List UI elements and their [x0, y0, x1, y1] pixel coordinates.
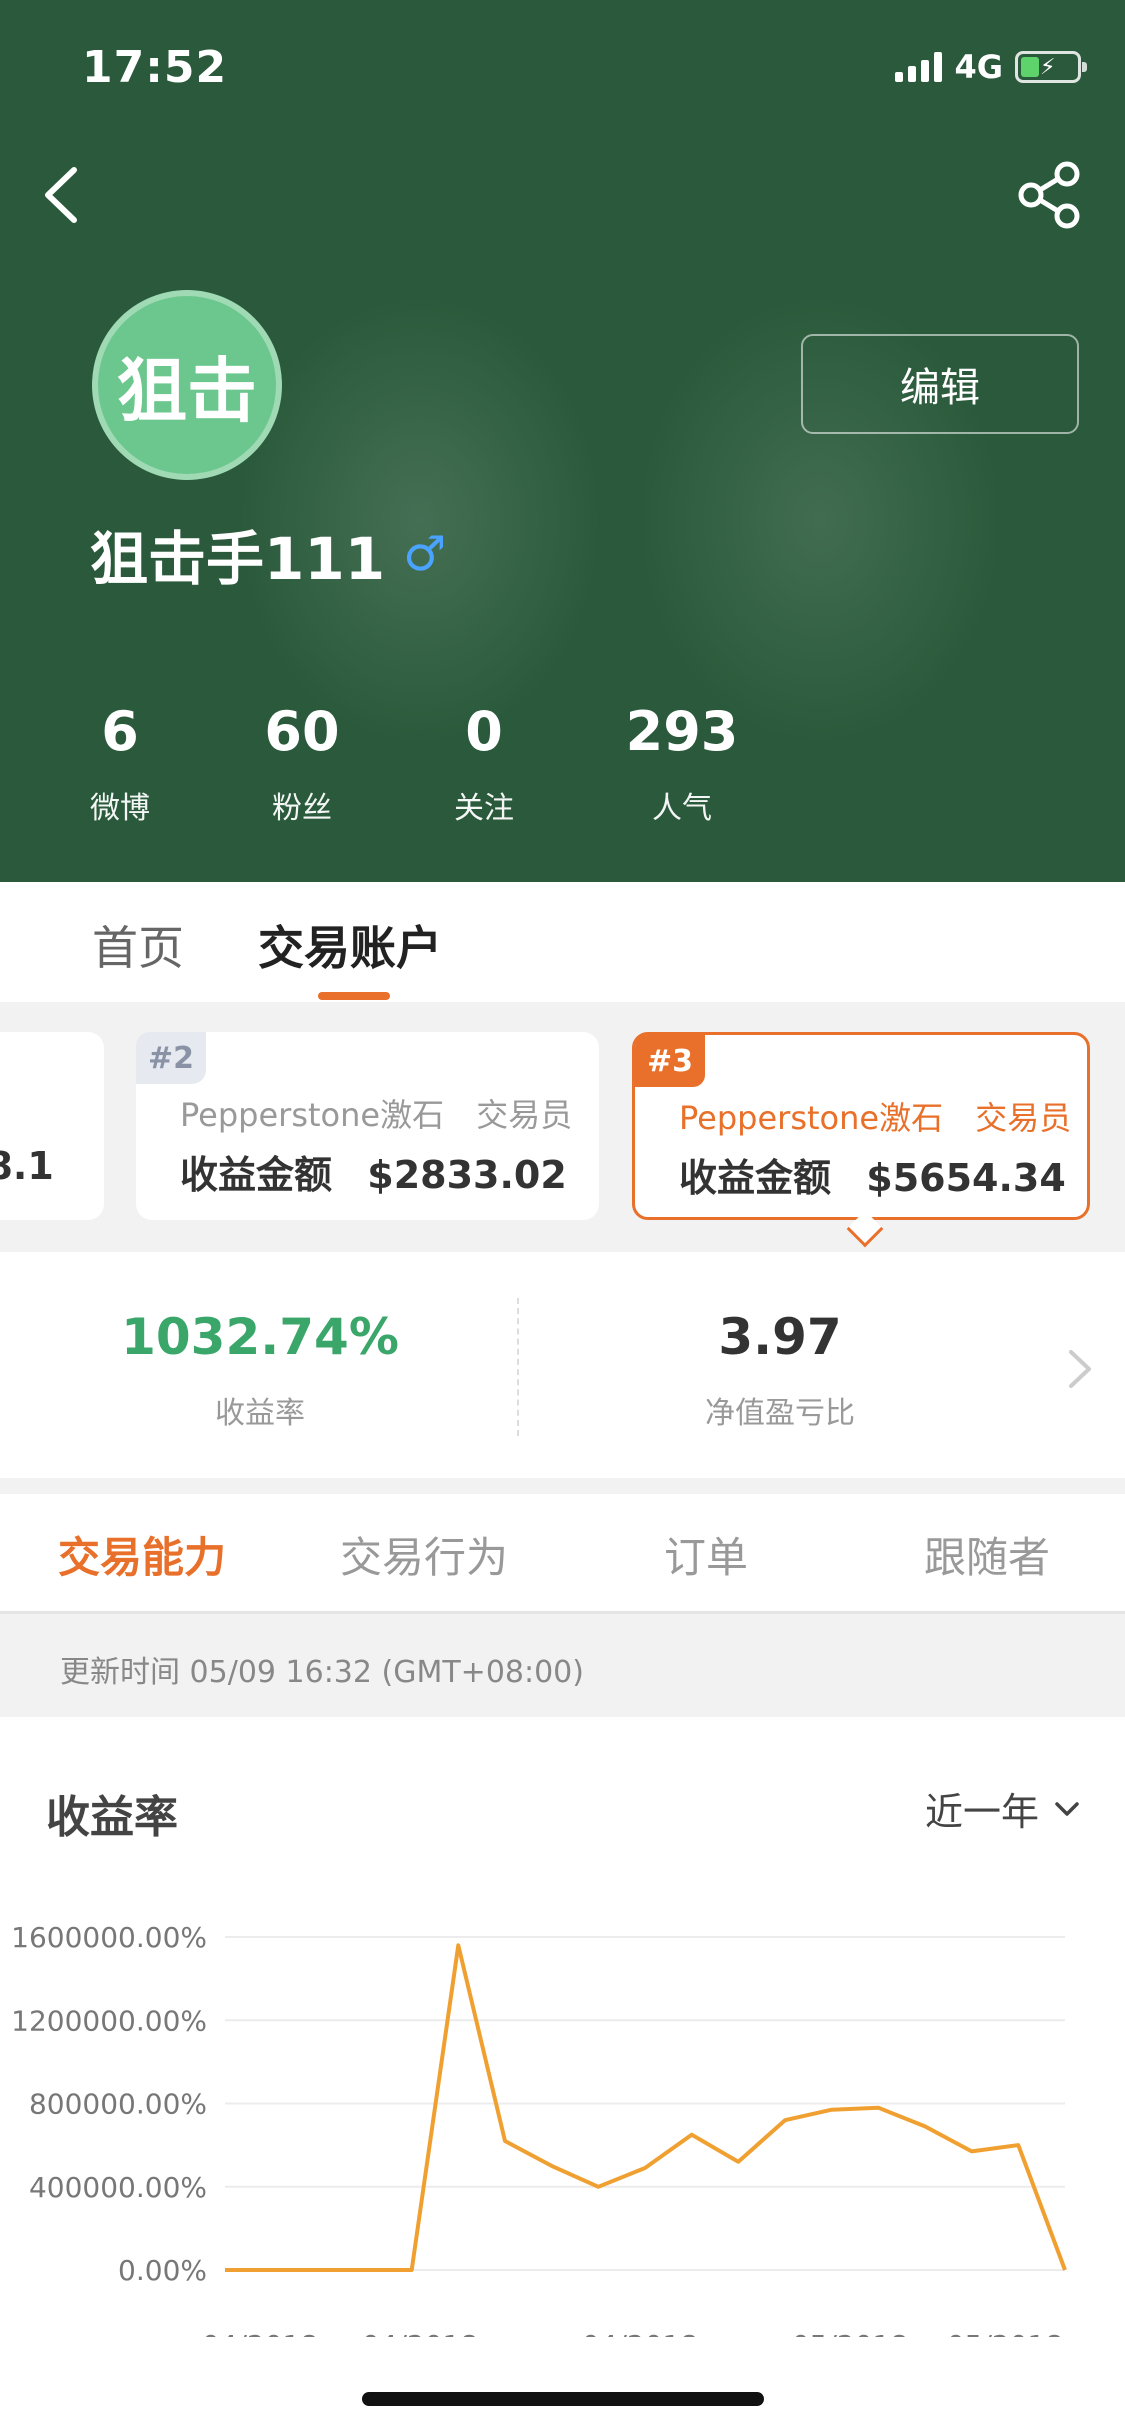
tab-orders[interactable]: 订单	[664, 1524, 748, 1585]
tab-trading-account[interactable]: 交易账户	[258, 912, 442, 978]
back-button[interactable]	[36, 160, 96, 230]
account-carousel[interactable]: 88.1 #2 Pepperstone激石 交易员 收益金额 $2833.02 …	[0, 1002, 1125, 1252]
stat-value: 0	[465, 700, 503, 763]
stat-label: 微博	[90, 791, 150, 826]
account-card[interactable]: #2 Pepperstone激石 交易员 收益金额 $2833.02	[136, 1032, 599, 1220]
y-tick-label: 1600000.00%	[11, 1921, 207, 1954]
y-tick-label: 1200000.00%	[11, 2004, 207, 2037]
tab-trading-behavior[interactable]: 交易行为	[340, 1524, 508, 1585]
broker-name: Pepperstone激石	[180, 1096, 445, 1134]
account-card-selected[interactable]: #3 Pepperstone激石 交易员 收益金额 $5654.34	[632, 1032, 1090, 1220]
network-type: 4G	[954, 48, 1003, 86]
status-time: 17:52	[82, 42, 228, 93]
return-value: 1032.74%	[121, 1308, 399, 1366]
rank-badge: #2	[136, 1032, 206, 1084]
stat-fans[interactable]: 60 粉丝	[222, 700, 382, 827]
return-line-chart: 1600000.00% 1200000.00% 800000.00% 400000.0…	[0, 1921, 1125, 2367]
status-indicators: 4G ⚡	[895, 48, 1087, 86]
update-time-bar: 更新时间 05/09 16:32 (GMT+08:00)	[0, 1617, 1125, 1717]
account-amount: 88.1	[0, 1144, 54, 1188]
share-icon	[1018, 161, 1080, 229]
y-tick-label: 0.00%	[118, 2254, 207, 2287]
amount-label: 收益金额	[180, 1153, 333, 1197]
metric-ratio: 3.97 净值盈亏比	[570, 1308, 990, 1432]
chart-clip-mask	[0, 2337, 1125, 2367]
amount-value: $5654.34	[866, 1156, 1066, 1200]
return-chart-card: 收益率 近一年 1600000.00% 1200000.00% 800000.00%…	[0, 1717, 1125, 2436]
update-time: 更新时间 05/09 16:32 (GMT+08:00)	[60, 1655, 584, 1690]
detail-tabs: 交易能力 交易行为 订单 跟随者	[0, 1494, 1125, 1614]
username: 狙击手111	[90, 525, 386, 593]
return-label: 收益率	[215, 1396, 305, 1431]
profile-header: 17:52 4G ⚡ 狙击 编辑 狙击手111 ♂ 6 微博 60 粉丝 0 关…	[0, 0, 1125, 882]
y-tick-label: 400000.00%	[29, 2171, 207, 2204]
metric-return: 1032.74% 收益率	[50, 1308, 470, 1432]
ratio-value: 3.97	[718, 1308, 842, 1366]
stat-label: 粉丝	[272, 791, 332, 826]
stat-label: 人气	[652, 791, 712, 826]
y-tick-label: 800000.00%	[29, 2088, 207, 2121]
account-card[interactable]: 88.1	[0, 1032, 104, 1220]
range-select[interactable]: 近一年	[925, 1781, 1081, 1836]
chevron-left-icon	[45, 167, 77, 223]
chevron-down-icon	[1055, 1801, 1079, 1816]
stat-value: 293	[625, 700, 739, 763]
stat-label: 关注	[454, 791, 514, 826]
range-value: 近一年	[924, 1790, 1039, 1834]
avatar[interactable]: 狙击	[92, 290, 282, 480]
rank-badge: #3	[635, 1035, 705, 1087]
account-broker: Pepperstone激石 交易员	[180, 1090, 572, 1136]
home-indicator	[362, 2392, 764, 2406]
chevron-right-icon[interactable]	[1059, 1344, 1099, 1394]
account-role: 交易员	[975, 1099, 1072, 1137]
stat-popularity: 293 人气	[602, 700, 762, 827]
tab-active-indicator	[318, 992, 390, 1000]
profile-stats: 6 微博 60 粉丝 0 关注 293 人气	[0, 700, 800, 850]
amount-label: 收益金额	[679, 1156, 832, 1200]
metric-divider	[517, 1298, 519, 1436]
signal-icon	[895, 52, 943, 82]
account-amount-row: 收益金额 $2833.02	[180, 1144, 567, 1199]
battery-icon: ⚡	[1015, 51, 1087, 83]
broker-name: Pepperstone激石	[679, 1099, 944, 1137]
tab-trading-ability[interactable]: 交易能力	[58, 1524, 226, 1585]
series-line	[225, 1943, 1067, 2272]
username-row: 狙击手111 ♂	[90, 512, 446, 596]
tab-followers[interactable]: 跟随者	[924, 1524, 1050, 1585]
account-amount-row: 收益金额 $5654.34	[679, 1147, 1066, 1202]
share-button[interactable]	[1015, 160, 1085, 230]
account-broker: Pepperstone激石 交易员	[679, 1093, 1071, 1139]
account-metrics[interactable]: 1032.74% 收益率 3.97 净值盈亏比	[0, 1252, 1125, 1478]
stat-posts[interactable]: 6 微博	[40, 700, 200, 827]
account-role: 交易员	[476, 1096, 573, 1134]
stat-following[interactable]: 0 关注	[404, 700, 564, 827]
stat-value: 6	[101, 700, 139, 763]
edit-button[interactable]: 编辑	[801, 334, 1079, 434]
amount-value: $2833.02	[367, 1153, 567, 1197]
ratio-label: 净值盈亏比	[705, 1396, 855, 1431]
main-tabbar: 首页 交易账户	[0, 882, 1125, 1002]
male-icon: ♂	[403, 526, 447, 582]
tab-home[interactable]: 首页	[92, 912, 184, 978]
stat-value: 60	[264, 700, 340, 763]
chart-title: 收益率	[46, 1792, 178, 1843]
